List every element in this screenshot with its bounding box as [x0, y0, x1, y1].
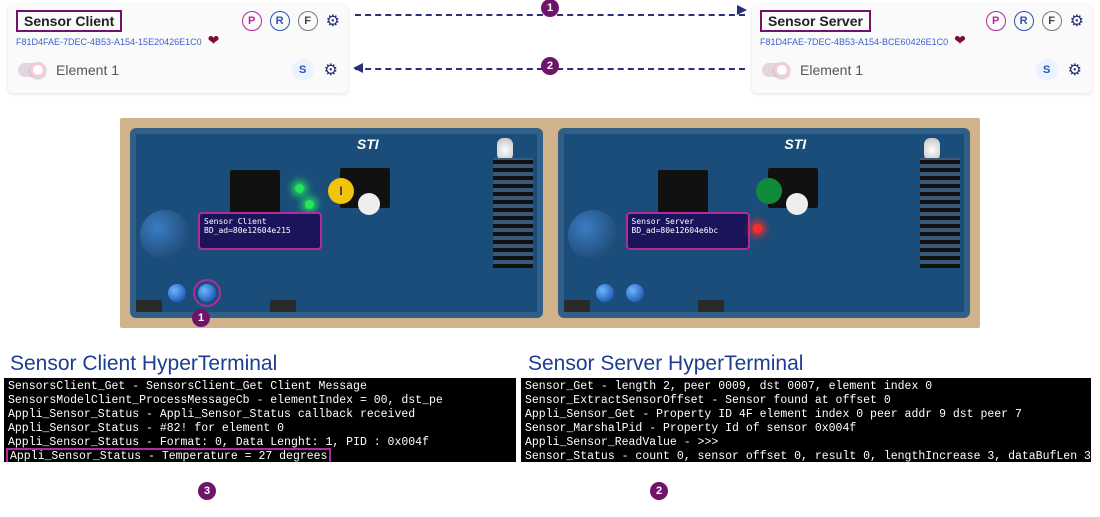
term-line: Sensor_MarshalPid - Property Id of senso… [525, 422, 856, 435]
top-app-row: Sensor Client P R F ⚙ F81D4FAE-7DEC-4B53… [0, 0, 1100, 100]
callout-2: 2 [541, 57, 559, 75]
term-line: Appli_Sensor_Status - Appli_Sensor_Statu… [8, 408, 415, 421]
white-label-icon [358, 193, 380, 215]
gear-icon[interactable]: ⚙ [1070, 11, 1084, 31]
client-card-header: Sensor Client P R F ⚙ [16, 10, 340, 32]
arrow-container: 1 2 [355, 10, 745, 80]
element-toggle[interactable] [18, 63, 46, 77]
client-board: STI I Sensor Client BD_ad=80e12604e215 [130, 128, 543, 318]
client-element-row: Element 1 S ⚙ [16, 53, 340, 87]
p-button[interactable]: P [242, 11, 262, 31]
client-hyperterm-title: Sensor Client HyperTerminal [10, 352, 277, 376]
usb-port-icon [564, 300, 590, 312]
s-button[interactable]: S [292, 59, 314, 81]
server-title: Sensor Server [760, 10, 871, 32]
term-line: Appli_Sensor_Status - #82! for element 0 [8, 422, 284, 435]
client-card: Sensor Client P R F ⚙ F81D4FAE-7DEC-4B53… [8, 4, 348, 93]
st-logo: STI [357, 136, 379, 152]
usb-port-icon [270, 300, 296, 312]
client-uuid: F81D4FAE-7DEC-4B53-A154-15E20426E1C0 [16, 37, 202, 47]
term-line: SensorsClient_Get - SensorsClient_Get Cl… [8, 380, 367, 393]
server-prf-row: P R F ⚙ [986, 11, 1084, 31]
client-prf-row: P R F ⚙ [242, 11, 340, 31]
f-button[interactable]: F [1042, 11, 1062, 31]
oled-line: Sensor Server [632, 217, 744, 226]
heartbeat-icon: ❤ [208, 32, 220, 49]
element-label: Element 1 [800, 62, 1026, 78]
header-pins-icon [493, 158, 533, 268]
p-button[interactable]: P [986, 11, 1006, 31]
white-label-icon [786, 193, 808, 215]
heartbeat-icon: ❤ [954, 32, 966, 49]
callout-board-1: 1 [192, 309, 210, 327]
blue-sensor-icon [140, 210, 190, 260]
server-oled-display: Sensor Server BD_ad=80e12604e6bc [628, 214, 748, 248]
usb-port-icon [698, 300, 724, 312]
green-led-icon [295, 184, 304, 193]
element-toggle[interactable] [762, 63, 790, 77]
r-button[interactable]: R [1014, 11, 1034, 31]
gear-icon[interactable]: ⚙ [324, 60, 338, 80]
client-highlight-line: Appli_Sensor_Status - Temperature = 27 d… [8, 450, 329, 462]
yellow-bumper-icon: I [328, 178, 354, 204]
element-label: Element 1 [56, 62, 282, 78]
st-logo: STI [784, 136, 806, 152]
term-line: Appli_Sensor_Status - Format: 0, Data Le… [8, 436, 429, 449]
arrowhead-right-icon [737, 5, 747, 15]
client-oled-display: Sensor Client BD_ad=80e12604e215 [200, 214, 320, 248]
term-line: Appli_Sensor_ReadValue - >>> [525, 436, 718, 449]
server-board: STI Sensor Server BD_ad=80e12604e6bc [558, 128, 971, 318]
r-button[interactable]: R [270, 11, 290, 31]
gear-icon[interactable]: ⚙ [326, 11, 340, 31]
blue-sensor-icon [568, 210, 618, 260]
usb-port-icon [136, 300, 162, 312]
push-button-highlighted [198, 284, 216, 302]
client-terminal: SensorsClient_Get - SensorsClient_Get Cl… [4, 378, 516, 462]
green-bumper-icon [756, 178, 782, 204]
server-hyperterm-title: Sensor Server HyperTerminal [528, 352, 803, 376]
gear-icon[interactable]: ⚙ [1068, 60, 1082, 80]
term-line: Sensor_Status - count 0, sensor offset 0… [525, 450, 1091, 462]
s-button[interactable]: S [1036, 59, 1058, 81]
push-button-icon [626, 284, 644, 302]
push-button-icon [168, 284, 186, 302]
oled-line: BD_ad=80e12604e215 [204, 226, 316, 235]
chip-icon [230, 170, 280, 215]
server-element-row: Element 1 S ⚙ [760, 53, 1084, 87]
client-title: Sensor Client [16, 10, 122, 32]
header-pins-icon [920, 158, 960, 268]
term-line: Sensor_Get - length 2, peer 0009, dst 00… [525, 380, 932, 393]
server-uuid-row: F81D4FAE-7DEC-4B53-A154-BCE60426E1C0 ❤ [760, 32, 1084, 49]
server-uuid: F81D4FAE-7DEC-4B53-A154-BCE60426E1C0 [760, 37, 948, 47]
callout-server-term: 2 [650, 482, 668, 500]
red-led-icon [753, 224, 762, 233]
server-card-header: Sensor Server P R F ⚙ [760, 10, 1084, 32]
client-uuid-row: F81D4FAE-7DEC-4B53-A154-15E20426E1C0 ❤ [16, 32, 340, 49]
term-line: SensorsModelClient_ProcessMessageCb - el… [8, 394, 443, 407]
term-line: Sensor_ExtractSensorOffset - Sensor foun… [525, 394, 891, 407]
f-button[interactable]: F [298, 11, 318, 31]
oled-line: BD_ad=80e12604e6bc [632, 226, 744, 235]
callout-client-term: 3 [198, 482, 216, 500]
arrowhead-left-icon [353, 63, 363, 73]
term-line: Appli_Sensor_Get - Property ID 4F elemen… [525, 408, 1022, 421]
push-button-icon [596, 284, 614, 302]
oled-line: Sensor Client [204, 217, 316, 226]
server-terminal: Sensor_Get - length 2, peer 0009, dst 00… [521, 378, 1091, 462]
green-led-icon [305, 200, 314, 209]
board-photo-area: STI I Sensor Client BD_ad=80e12604e215 S… [120, 118, 980, 328]
chip-icon [658, 170, 708, 215]
server-card: Sensor Server P R F ⚙ F81D4FAE-7DEC-4B53… [752, 4, 1092, 93]
